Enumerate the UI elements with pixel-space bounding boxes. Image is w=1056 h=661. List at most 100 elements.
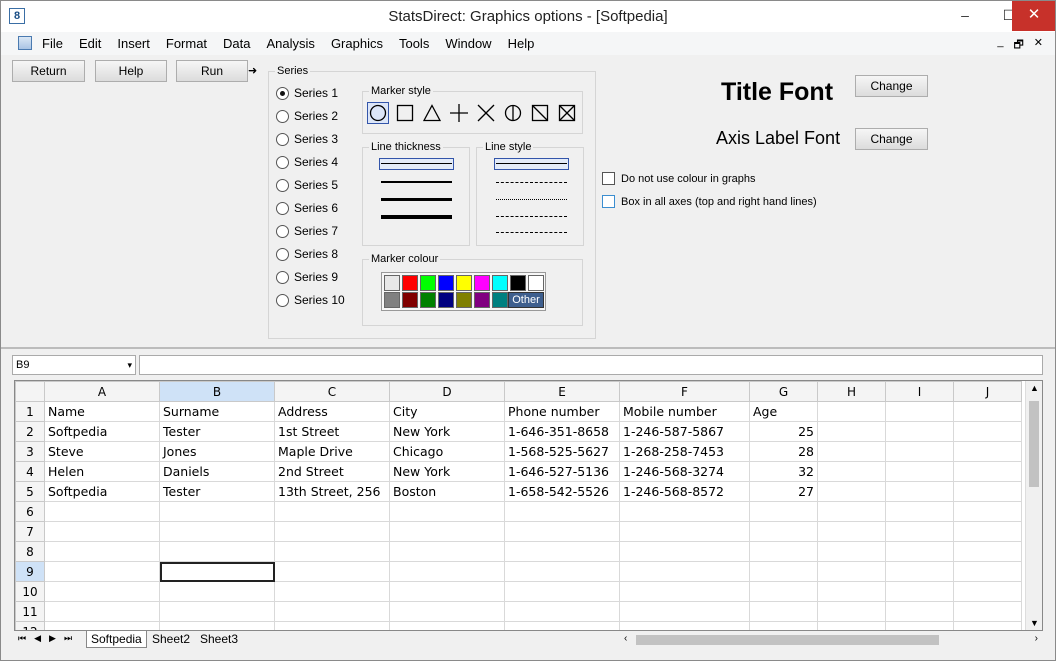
table-cell[interactable] (817, 501, 886, 522)
table-cell[interactable] (817, 461, 886, 482)
table-cell[interactable]: Address (274, 401, 390, 422)
table-cell[interactable] (159, 561, 275, 582)
table-cell[interactable] (953, 461, 1022, 482)
table-cell[interactable]: 1-646-351-8658 (504, 421, 620, 442)
scroll-left-icon[interactable]: ‹ (624, 633, 627, 644)
table-cell[interactable] (619, 521, 750, 542)
colour-swatch[interactable] (384, 275, 400, 291)
table-cell[interactable] (953, 541, 1022, 562)
table-cell[interactable] (159, 541, 275, 562)
radio-button[interactable] (276, 224, 289, 238)
column-header-i[interactable]: I (885, 381, 954, 402)
table-cell[interactable] (817, 401, 886, 422)
menu-file[interactable]: File (34, 36, 71, 52)
radio-button[interactable] (276, 109, 289, 123)
column-header-d[interactable]: D (389, 381, 505, 402)
table-cell[interactable]: New York (389, 461, 505, 482)
colour-swatch[interactable] (456, 275, 472, 291)
table-cell[interactable] (44, 521, 160, 542)
colour-swatch[interactable] (492, 292, 508, 308)
radio-button[interactable] (276, 270, 289, 284)
table-cell[interactable] (749, 501, 818, 522)
series-radio-7[interactable]: Series 7 (276, 224, 338, 238)
line-style-dotted[interactable] (496, 199, 567, 200)
line-thickness-2[interactable] (381, 181, 452, 183)
row-header[interactable]: 10 (15, 581, 45, 602)
series-radio-10[interactable]: Series 10 (276, 293, 345, 307)
colour-swatch[interactable] (420, 292, 436, 308)
square-marker-icon[interactable] (394, 102, 416, 124)
table-cell[interactable]: Steve (44, 441, 160, 462)
table-cell[interactable] (504, 541, 620, 562)
line-style-solid[interactable] (496, 163, 567, 164)
table-cell[interactable] (885, 441, 954, 462)
line-thickness-1[interactable] (381, 163, 452, 164)
menu-window[interactable]: Window (437, 36, 499, 52)
table-cell[interactable] (504, 601, 620, 622)
table-cell[interactable] (274, 501, 390, 522)
menu-help[interactable]: Help (500, 36, 543, 52)
minimize-button[interactable]: – (945, 1, 985, 31)
table-cell[interactable]: Boston (389, 481, 505, 502)
menu-graphics[interactable]: Graphics (323, 36, 391, 52)
table-cell[interactable]: 1-268-258-7453 (619, 441, 750, 462)
table-cell[interactable] (953, 421, 1022, 442)
menu-analysis[interactable]: Analysis (259, 36, 323, 52)
circle-marker-icon[interactable] (367, 102, 389, 124)
circle-bar-marker-icon[interactable] (502, 102, 524, 124)
table-cell[interactable] (159, 501, 275, 522)
sheet-tab-sheet3[interactable]: Sheet3 (196, 631, 242, 648)
table-cell[interactable] (817, 561, 886, 582)
table-cell[interactable]: Chicago (389, 441, 505, 462)
radio-button[interactable] (276, 247, 289, 261)
table-cell[interactable]: 1-646-527-5136 (504, 461, 620, 482)
colour-swatch[interactable] (528, 275, 544, 291)
radio-button[interactable] (276, 155, 289, 169)
column-header-e[interactable]: E (504, 381, 620, 402)
table-cell[interactable] (619, 501, 750, 522)
cross-marker-icon[interactable] (475, 102, 497, 124)
table-cell[interactable]: 32 (749, 461, 818, 482)
table-cell[interactable] (953, 401, 1022, 422)
next-sheet-icon[interactable]: ▶ (49, 633, 56, 644)
table-cell[interactable] (504, 581, 620, 602)
colour-swatch[interactable] (438, 275, 454, 291)
series-radio-5[interactable]: Series 5 (276, 178, 338, 192)
select-all-corner[interactable] (15, 381, 45, 402)
table-cell[interactable]: Daniels (159, 461, 275, 482)
table-cell[interactable] (953, 561, 1022, 582)
table-cell[interactable]: Softpedia (44, 481, 160, 502)
menu-insert[interactable]: Insert (109, 36, 158, 52)
table-cell[interactable] (953, 501, 1022, 522)
series-radio-8[interactable]: Series 8 (276, 247, 338, 261)
square-cross-marker-icon[interactable] (556, 102, 578, 124)
vertical-scroll-thumb[interactable] (1029, 401, 1039, 487)
column-header-g[interactable]: G (749, 381, 818, 402)
row-header[interactable]: 9 (15, 561, 45, 582)
table-cell[interactable]: 27 (749, 481, 818, 502)
table-cell[interactable] (749, 601, 818, 622)
colour-swatch[interactable] (456, 292, 472, 308)
change-title-font-button[interactable]: Change (855, 75, 928, 97)
series-radio-6[interactable]: Series 6 (276, 201, 338, 215)
table-cell[interactable] (389, 581, 505, 602)
table-cell[interactable] (953, 601, 1022, 622)
table-cell[interactable] (619, 541, 750, 562)
table-cell[interactable] (885, 541, 954, 562)
mdi-restore-button[interactable]: 🗗 (1013, 36, 1023, 55)
colour-swatch[interactable] (492, 275, 508, 291)
table-cell[interactable] (749, 581, 818, 602)
square-slash-marker-icon[interactable] (529, 102, 551, 124)
row-header[interactable]: 8 (15, 541, 45, 562)
radio-button[interactable] (276, 86, 289, 100)
table-cell[interactable]: New York (389, 421, 505, 442)
table-cell[interactable] (749, 561, 818, 582)
column-header-b[interactable]: B (159, 381, 275, 402)
menu-edit[interactable]: Edit (71, 36, 109, 52)
table-cell[interactable] (389, 501, 505, 522)
table-cell[interactable] (817, 601, 886, 622)
table-cell[interactable] (44, 581, 160, 602)
row-header[interactable]: 3 (15, 441, 45, 462)
table-cell[interactable]: City (389, 401, 505, 422)
triangle-marker-icon[interactable] (421, 102, 443, 124)
